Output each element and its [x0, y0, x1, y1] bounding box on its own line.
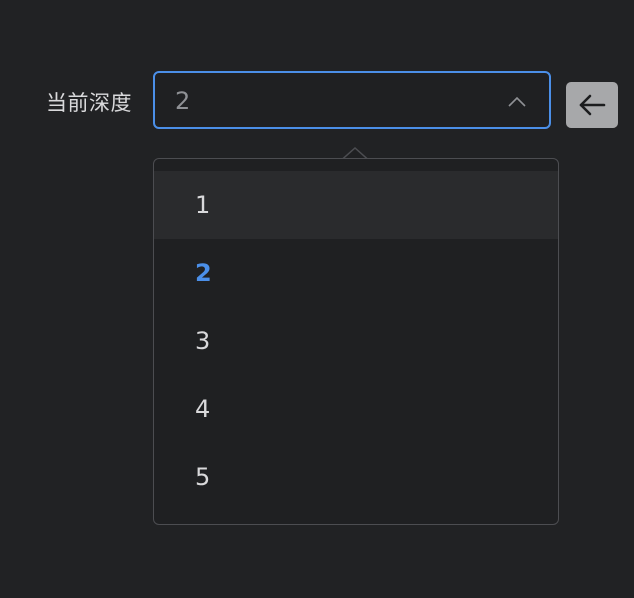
depth-option[interactable]: 3	[154, 307, 558, 375]
depth-option-label: 2	[195, 259, 212, 287]
depth-option[interactable]: 2	[154, 239, 558, 307]
depth-selector-panel: 当前深度 2 1 2 3 4 5	[0, 0, 634, 598]
depth-select-value: 2	[175, 87, 191, 115]
depth-option-list: 1 2 3 4 5	[154, 171, 558, 511]
depth-select[interactable]: 2	[153, 71, 551, 129]
current-depth-label: 当前深度	[46, 91, 132, 115]
depth-option[interactable]: 1	[154, 171, 558, 239]
depth-option[interactable]: 4	[154, 375, 558, 443]
depth-option-label: 1	[195, 191, 211, 219]
back-button[interactable]	[566, 82, 618, 128]
depth-option-label: 3	[195, 327, 211, 355]
depth-option-label: 5	[195, 463, 211, 491]
depth-option-label: 4	[195, 395, 211, 423]
chevron-up-icon	[507, 92, 527, 112]
arrow-left-icon	[579, 94, 606, 116]
depth-option[interactable]: 5	[154, 443, 558, 511]
depth-dropdown-menu: 1 2 3 4 5	[153, 158, 559, 525]
